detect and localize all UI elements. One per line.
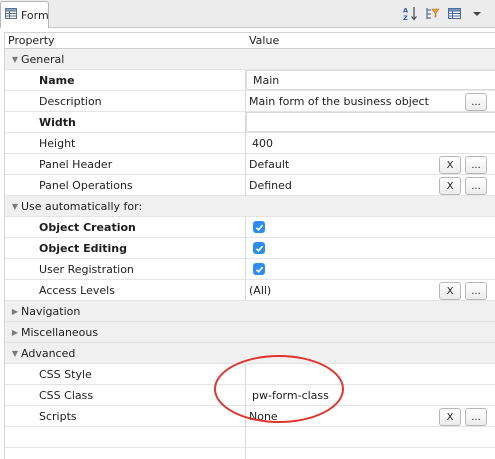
- sort-az-icon[interactable]: A Z: [402, 5, 419, 22]
- toolbar: A Z: [402, 5, 485, 22]
- clear-button[interactable]: X: [439, 282, 461, 300]
- category-general[interactable]: ▼ General: [5, 49, 495, 70]
- css-class-value[interactable]: pw-form-class: [246, 389, 329, 402]
- description-browse-button[interactable]: ...: [465, 93, 487, 111]
- property-label: CSS Class: [39, 388, 94, 402]
- property-label: Height: [39, 136, 76, 150]
- property-row-object-editing[interactable]: Object Editing: [5, 238, 495, 259]
- property-table: Property Value ▼ General Name Main Descri…: [4, 32, 495, 459]
- height-value[interactable]: 400: [246, 137, 273, 150]
- tab-bar: Form A Z: [0, 0, 495, 28]
- check-icon: [255, 224, 263, 231]
- category-label: General: [21, 52, 65, 66]
- collapsed-triangle-icon[interactable]: ▶: [9, 328, 21, 337]
- category-label: Miscellaneous: [21, 325, 99, 339]
- property-row-description[interactable]: Description Main form of the business ob…: [5, 91, 495, 112]
- clear-button[interactable]: X: [439, 177, 461, 195]
- category-miscellaneous[interactable]: ▶ Miscellaneous: [5, 322, 495, 343]
- browse-button[interactable]: ...: [465, 156, 487, 174]
- expanded-triangle-icon[interactable]: ▼: [9, 349, 21, 358]
- browse-button[interactable]: ...: [465, 408, 487, 426]
- object-editing-checkbox[interactable]: [253, 242, 265, 254]
- property-column-header[interactable]: Property: [5, 34, 55, 47]
- panel-operations-value: Defined: [249, 178, 292, 192]
- property-row-height[interactable]: Height 400: [5, 133, 495, 154]
- browse-button[interactable]: ...: [465, 282, 487, 300]
- table-view-icon[interactable]: [446, 5, 463, 22]
- property-row-width[interactable]: Width: [5, 112, 495, 133]
- property-label: Object Editing: [39, 241, 127, 255]
- property-row-css-style[interactable]: CSS Style: [5, 364, 495, 385]
- property-label: User Registration: [39, 262, 134, 276]
- description-value: Main form of the business object: [249, 94, 429, 108]
- filter-icon[interactable]: [424, 5, 441, 22]
- svg-text:Z: Z: [403, 14, 408, 21]
- category-advanced[interactable]: ▼ Advanced: [5, 343, 495, 364]
- property-label: Panel Operations: [39, 178, 133, 192]
- object-creation-checkbox[interactable]: [253, 221, 265, 233]
- width-input[interactable]: [246, 112, 495, 132]
- category-navigation[interactable]: ▶ Navigation: [5, 301, 495, 322]
- panel-header-value: Default: [249, 157, 290, 171]
- clear-button[interactable]: X: [439, 156, 461, 174]
- check-icon: [255, 266, 263, 273]
- collapsed-triangle-icon[interactable]: ▶: [9, 307, 21, 316]
- view-menu-icon[interactable]: [468, 5, 485, 22]
- property-label: CSS Style: [39, 367, 92, 381]
- property-label: Width: [39, 115, 76, 129]
- property-row-scripts[interactable]: Scripts None X ...: [5, 406, 495, 427]
- name-input[interactable]: Main: [246, 70, 495, 90]
- browse-button[interactable]: ...: [465, 177, 487, 195]
- property-row-name[interactable]: Name Main: [5, 70, 495, 91]
- value-column-header[interactable]: Value: [246, 34, 279, 47]
- property-row-panel-header[interactable]: Panel Header Default X ...: [5, 154, 495, 175]
- access-levels-value: (All): [249, 283, 272, 297]
- property-label: Panel Header: [39, 157, 113, 171]
- check-icon: [255, 245, 263, 252]
- tab-form[interactable]: Form: [0, 1, 49, 28]
- category-label: Navigation: [21, 304, 81, 318]
- user-registration-checkbox[interactable]: [253, 263, 265, 275]
- property-label: Description: [39, 94, 102, 108]
- property-label: Access Levels: [39, 283, 115, 297]
- property-label: Object Creation: [39, 220, 136, 234]
- tab-label: Form: [21, 8, 49, 22]
- property-row-user-registration[interactable]: User Registration: [5, 259, 495, 280]
- property-row-object-creation[interactable]: Object Creation: [5, 217, 495, 238]
- empty-row: [5, 427, 495, 448]
- category-label: Use automatically for:: [21, 199, 143, 213]
- property-row-css-class[interactable]: CSS Class pw-form-class: [5, 385, 495, 406]
- clear-button[interactable]: X: [439, 408, 461, 426]
- property-row-panel-operations[interactable]: Panel Operations Defined X ...: [5, 175, 495, 196]
- expanded-triangle-icon[interactable]: ▼: [9, 202, 21, 211]
- category-label: Advanced: [21, 346, 76, 360]
- property-label: Scripts: [39, 409, 77, 423]
- expanded-triangle-icon[interactable]: ▼: [9, 55, 21, 64]
- scripts-value: None: [249, 409, 278, 423]
- table-header: Property Value: [5, 33, 495, 49]
- property-row-access-levels[interactable]: Access Levels (All) X ...: [5, 280, 495, 301]
- category-use-automatically[interactable]: ▼ Use automatically for:: [5, 196, 495, 217]
- table-icon: [5, 8, 17, 22]
- property-label: Name: [39, 73, 75, 87]
